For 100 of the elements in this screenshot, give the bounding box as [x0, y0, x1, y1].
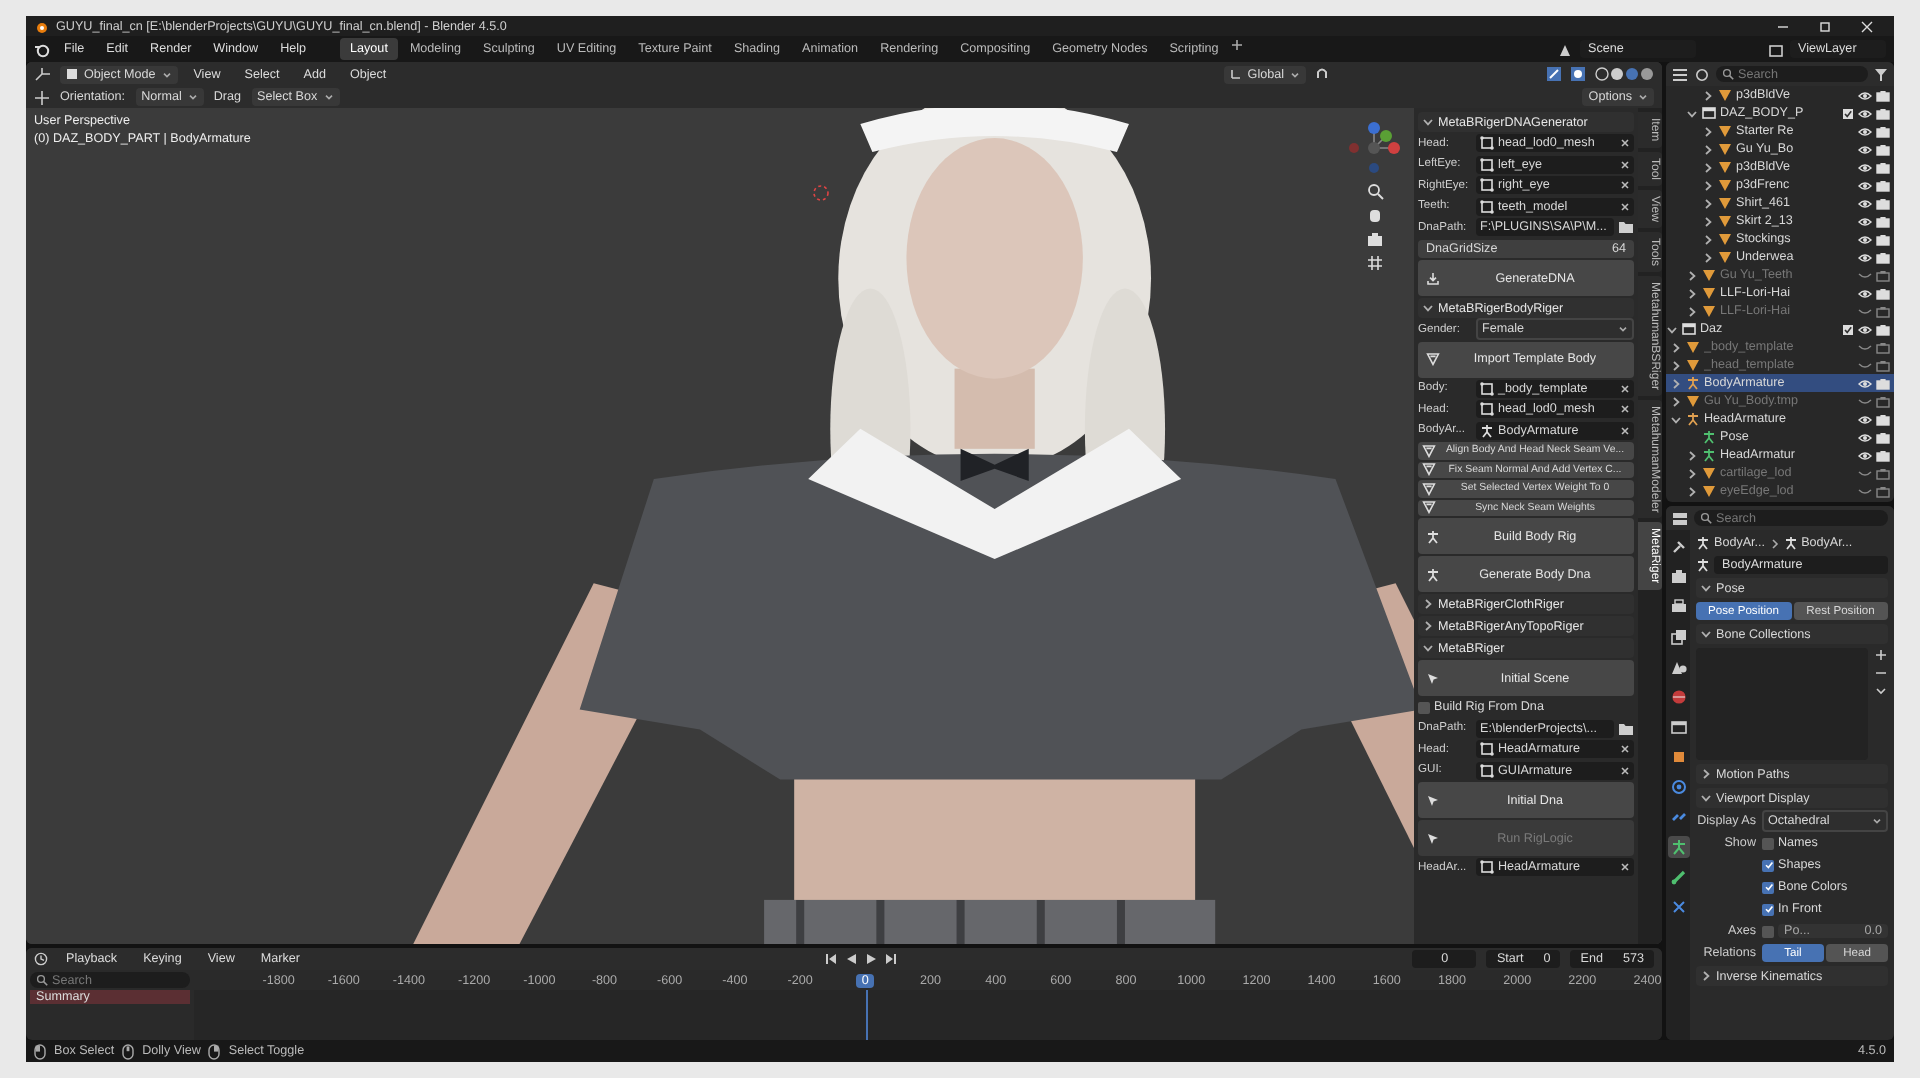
chevron-icon[interactable]	[1422, 642, 1434, 654]
snap-icon[interactable]	[1314, 66, 1330, 82]
camera-icon[interactable]	[1667, 566, 1689, 588]
eye-icon[interactable]	[1858, 233, 1872, 245]
eye-icon[interactable]	[1858, 161, 1872, 173]
chevron-icon[interactable]	[1702, 197, 1714, 209]
close-icon[interactable]	[1860, 19, 1874, 33]
eye-icon[interactable]	[1858, 179, 1872, 191]
folder-icon[interactable]	[1618, 220, 1634, 235]
bone-icon[interactable]	[1667, 866, 1689, 888]
eye-icon[interactable]	[1858, 251, 1872, 263]
checkbox[interactable]	[1762, 859, 1774, 871]
chevron-icon[interactable]	[1702, 179, 1714, 191]
remove-icon[interactable]	[1874, 666, 1888, 680]
eye-icon[interactable]	[1858, 377, 1872, 389]
clock-icon[interactable]	[34, 952, 48, 966]
chevron-icon[interactable]	[1702, 125, 1714, 137]
checkbox[interactable]	[1762, 881, 1774, 893]
closed-eye-icon[interactable]	[1858, 359, 1872, 371]
printer-icon[interactable]	[1667, 596, 1689, 618]
play-reverse-icon[interactable]	[843, 952, 858, 966]
image-stack-icon[interactable]	[1667, 626, 1689, 648]
checkbox-icon[interactable]	[1842, 323, 1854, 335]
orbit-icon[interactable]	[1667, 776, 1689, 798]
eye-icon[interactable]	[1858, 413, 1872, 425]
chevron-icon[interactable]	[1670, 359, 1682, 371]
view-layer-icon[interactable]	[1768, 41, 1784, 57]
move-icon[interactable]	[34, 89, 50, 105]
eye-icon[interactable]	[1858, 431, 1872, 443]
eye-icon[interactable]	[1858, 449, 1872, 461]
editor-type-icon[interactable]	[1672, 511, 1688, 525]
chevron-icon[interactable]	[1702, 161, 1714, 173]
chevron-icon[interactable]	[1422, 620, 1434, 632]
chevron-icon[interactable]	[1700, 582, 1712, 594]
closed-eye-icon[interactable]	[1858, 305, 1872, 317]
checkbox[interactable]	[1762, 903, 1774, 915]
chevron-icon[interactable]	[1686, 449, 1698, 461]
chevron-icon[interactable]	[1702, 233, 1714, 245]
chevron-icon[interactable]	[1686, 269, 1698, 281]
hand-icon[interactable]	[1365, 206, 1383, 224]
clear-icon[interactable]	[1620, 862, 1630, 873]
add-icon[interactable]	[1230, 38, 1245, 52]
eye-icon[interactable]	[1858, 197, 1872, 209]
editor-type-icon[interactable]	[1672, 67, 1688, 81]
playhead-line[interactable]	[865, 990, 868, 1040]
chevron-icon[interactable]	[1686, 107, 1698, 119]
checkbox-icon[interactable]	[1842, 107, 1854, 119]
eye-icon[interactable]	[1858, 125, 1872, 137]
clear-icon[interactable]	[1620, 425, 1630, 436]
eye-icon[interactable]	[1858, 287, 1872, 299]
chevron-icon[interactable]	[1686, 287, 1698, 299]
box-icon[interactable]	[1667, 716, 1689, 738]
chevron-icon[interactable]	[1700, 792, 1712, 804]
chevron-icon[interactable]	[1670, 377, 1682, 389]
jump-end-icon[interactable]	[883, 952, 898, 966]
eye-icon[interactable]	[1858, 143, 1872, 155]
filter-icon[interactable]	[1694, 67, 1710, 81]
grid-icon[interactable]	[1365, 254, 1383, 272]
checkbox[interactable]	[1418, 701, 1430, 714]
clear-icon[interactable]	[1620, 201, 1630, 212]
editor-type-icon[interactable]	[34, 66, 52, 82]
clear-icon[interactable]	[1620, 744, 1630, 755]
chevron-icon[interactable]	[1702, 89, 1714, 101]
clear-icon[interactable]	[1620, 765, 1630, 776]
blender-logo-icon[interactable]	[34, 41, 50, 57]
eye-icon[interactable]	[1858, 215, 1872, 227]
gizmo-toggle-icon[interactable]	[1546, 66, 1562, 82]
camera-icon[interactable]	[1365, 230, 1383, 248]
chevron-icon[interactable]	[1670, 341, 1682, 353]
chevron-icon[interactable]	[1686, 305, 1698, 317]
caret-icon[interactable]	[1874, 684, 1888, 698]
chevron-icon[interactable]	[1670, 395, 1682, 407]
chevron-icon[interactable]	[1422, 116, 1434, 128]
play-icon[interactable]	[863, 952, 878, 966]
axis-gizmo-icon[interactable]	[1346, 120, 1402, 176]
checkbox[interactable]	[1762, 837, 1774, 849]
checkbox[interactable]	[1762, 925, 1774, 937]
chevron-icon[interactable]	[1700, 768, 1712, 780]
clear-icon[interactable]	[1620, 180, 1630, 191]
closed-eye-icon[interactable]	[1858, 467, 1872, 479]
chevron-icon[interactable]	[1422, 598, 1434, 610]
closed-eye-icon[interactable]	[1858, 395, 1872, 407]
closed-eye-icon[interactable]	[1858, 269, 1872, 281]
clear-icon[interactable]	[1620, 404, 1630, 415]
eye-icon[interactable]	[1858, 89, 1872, 101]
closed-eye-icon[interactable]	[1858, 485, 1872, 497]
chevron-icon[interactable]	[1670, 413, 1682, 425]
armature-icon[interactable]	[1667, 836, 1689, 858]
shading-icon[interactable]	[1594, 66, 1654, 82]
chevron-icon[interactable]	[1702, 143, 1714, 155]
chevron-icon[interactable]	[1700, 628, 1712, 640]
zoom-icon[interactable]	[1365, 182, 1383, 200]
eye-icon[interactable]	[1858, 107, 1872, 119]
clear-icon[interactable]	[1620, 383, 1630, 394]
add-icon[interactable]	[1874, 648, 1888, 662]
chevron-icon[interactable]	[1666, 323, 1678, 335]
chevron-icon[interactable]	[1702, 251, 1714, 263]
folder-icon[interactable]	[1618, 721, 1634, 736]
overlay-toggle-icon[interactable]	[1570, 66, 1586, 82]
chevron-icon[interactable]	[1686, 485, 1698, 497]
